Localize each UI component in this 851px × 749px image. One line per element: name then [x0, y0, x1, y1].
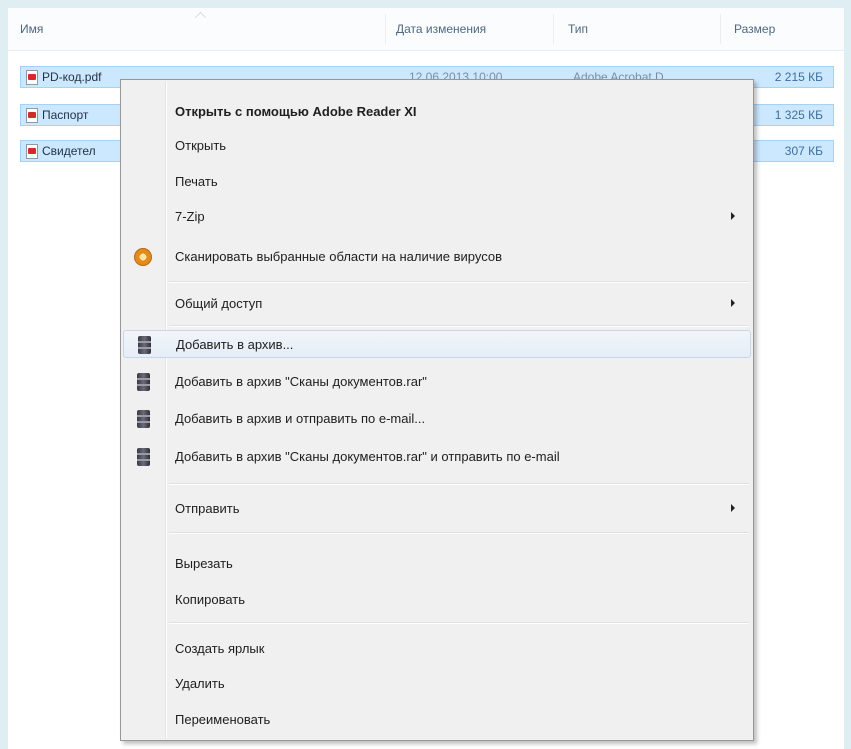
column-header-type[interactable]: Тип [568, 22, 588, 36]
column-header-date[interactable]: Дата изменения [396, 22, 486, 36]
menu-item-rename[interactable]: Переименовать [123, 706, 751, 734]
menu-separator [169, 532, 749, 534]
menu-item-share[interactable]: Общий доступ [123, 290, 751, 318]
winrar-archive-icon [137, 373, 150, 391]
pdf-file-icon [26, 108, 38, 123]
file-size: 307 КБ [784, 144, 823, 158]
sort-arrow-icon [195, 12, 206, 23]
menu-separator [169, 281, 749, 283]
file-name: Паспорт [42, 108, 89, 122]
menu-item-label: Открыть с помощью Adobe Reader XI [175, 104, 417, 119]
file-size: 2 215 КБ [774, 70, 823, 84]
file-size: 1 325 КБ [774, 108, 823, 122]
pdf-file-icon [26, 144, 38, 159]
menu-item-delete[interactable]: Удалить [123, 670, 751, 698]
column-header-bar: Имя Дата изменения Тип Размер [8, 8, 844, 51]
menu-item-print[interactable]: Печать [123, 168, 751, 196]
menu-item-7zip[interactable]: 7-Zip [123, 203, 751, 231]
menu-separator [169, 483, 749, 485]
column-divider[interactable] [720, 14, 721, 44]
menu-item-open[interactable]: Открыть [123, 132, 751, 160]
menu-item-label: Отправить [175, 501, 240, 516]
submenu-arrow-icon [731, 212, 735, 220]
winrar-archive-icon [137, 448, 150, 466]
menu-item-label: Открыть [175, 138, 227, 153]
menu-item-add-to-archive-and-email[interactable]: Добавить в архив и отправить по e-mail..… [123, 405, 751, 433]
menu-item-add-to-named-archive[interactable]: Добавить в архив "Сканы документов.rar" [123, 368, 751, 396]
menu-item-label: Вырезать [175, 556, 233, 571]
menu-item-send-to[interactable]: Отправить [123, 495, 751, 523]
submenu-arrow-icon [731, 299, 735, 307]
antivirus-scan-icon [134, 248, 152, 266]
menu-item-label: Добавить в архив "Сканы документов.rar" [175, 374, 427, 389]
menu-item-create-shortcut[interactable]: Создать ярлык [123, 635, 751, 663]
pdf-file-icon [26, 70, 38, 85]
menu-item-label: Создать ярлык [175, 641, 265, 656]
menu-item-label: Добавить в архив... [176, 337, 294, 352]
menu-item-label: Удалить [175, 676, 225, 691]
menu-item-cut[interactable]: Вырезать [123, 550, 751, 578]
menu-item-label: Копировать [175, 592, 245, 607]
menu-item-label: Добавить в архив "Сканы документов.rar" … [175, 449, 560, 464]
menu-separator [169, 325, 749, 327]
column-header-size[interactable]: Размер [734, 22, 775, 36]
menu-item-open-with-adobe-reader[interactable]: Открыть с помощью Adobe Reader XI [123, 98, 751, 126]
menu-item-scan-viruses[interactable]: Сканировать выбранные области на наличие… [123, 243, 751, 271]
file-name: Свидетел [42, 144, 96, 158]
menu-item-label: Добавить в архив и отправить по e-mail..… [175, 411, 426, 426]
column-divider[interactable] [553, 14, 554, 44]
menu-item-add-to-named-archive-and-email[interactable]: Добавить в архив "Сканы документов.rar" … [123, 443, 751, 471]
column-divider[interactable] [385, 14, 386, 44]
menu-item-label: Общий доступ [175, 296, 263, 311]
menu-separator [169, 622, 749, 624]
menu-item-copy[interactable]: Копировать [123, 586, 751, 614]
menu-item-label: Переименовать [175, 712, 271, 727]
file-name: PD-код.pdf [42, 70, 102, 84]
winrar-archive-icon [138, 336, 151, 354]
winrar-archive-icon [137, 410, 150, 428]
menu-item-label: 7-Zip [175, 209, 205, 224]
menu-item-label: Сканировать выбранные области на наличие… [175, 249, 503, 264]
submenu-arrow-icon [731, 504, 735, 512]
menu-item-add-to-archive[interactable]: Добавить в архив... [123, 330, 751, 358]
menu-item-label: Печать [175, 174, 218, 189]
context-menu: Открыть с помощью Adobe Reader XI Открыт… [120, 79, 754, 741]
column-header-name[interactable]: Имя [20, 22, 43, 36]
